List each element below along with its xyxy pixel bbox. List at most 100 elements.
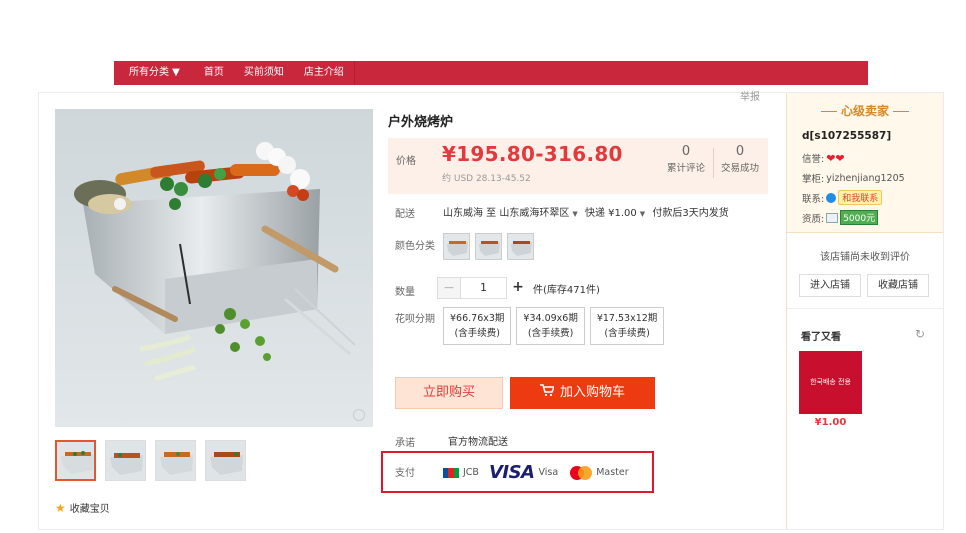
promise-label: 承诺 xyxy=(395,438,415,449)
nav-buyer-notice[interactable]: 买前须知 xyxy=(234,61,294,85)
payment-methods: JCB VISA Visa Master xyxy=(443,462,629,483)
thumbnail-3[interactable] xyxy=(155,440,196,481)
visa-logo-icon: VISA xyxy=(488,462,535,483)
price-label: 价格 xyxy=(396,156,416,167)
installment-note: (含手续费) xyxy=(454,328,500,339)
thumbnail-image xyxy=(61,451,94,474)
recommended-item-price: ¥1.00 xyxy=(814,417,847,428)
review-count-label: 累计评论 xyxy=(666,163,705,174)
installment-option-3[interactable]: ¥66.76x3期 (含手续费) xyxy=(443,307,512,345)
installment-note: (含手续费) xyxy=(527,328,574,339)
grill-illustration xyxy=(55,109,373,427)
thumbnail-strip xyxy=(55,440,246,481)
price-value: ¥195.80-316.80 xyxy=(442,142,623,166)
thumbnail-image xyxy=(210,452,243,475)
stat-divider xyxy=(713,148,714,178)
installment-note: (含手续费) xyxy=(604,328,650,339)
color-option-2[interactable] xyxy=(475,233,502,260)
zoom-icon[interactable] xyxy=(353,409,365,421)
buy-now-button[interactable]: 立即购买 xyxy=(395,377,503,409)
favorite-item-link[interactable]: ★ 收藏宝贝 xyxy=(55,500,110,516)
delivery-label: 配送 xyxy=(395,209,415,220)
heart-icon: ❤❤ xyxy=(826,151,845,165)
favorite-item-label: 收藏宝贝 xyxy=(69,504,110,515)
no-review-text: 该店铺尚未收到评价 xyxy=(820,252,910,263)
quantity-input[interactable]: 1 xyxy=(461,277,507,299)
jcb-card-icon xyxy=(443,467,459,478)
product-main-image[interactable] xyxy=(55,109,373,427)
color-option-image xyxy=(479,241,500,256)
report-link[interactable]: 举报 xyxy=(740,88,760,103)
seller-credit: 信誉: ❤❤ xyxy=(802,151,845,166)
seller-panel: 心级卖家 d[s107255587] 信誉: ❤❤ 掌柜: yizhenjian… xyxy=(786,93,943,529)
installment-amount: ¥66.76x3期 xyxy=(450,313,505,324)
deposit-badge: 5000元 xyxy=(840,210,879,225)
delivery-info: 山东威海 至 山东威海环翠区 ▼ 快递 ¥1.00 ▼ 付款后3天内发货 xyxy=(443,204,729,219)
thumbnail-1[interactable] xyxy=(55,440,96,481)
shipping-fee-select[interactable]: 快递 ¥1.00 ▼ xyxy=(585,208,649,219)
shipping-fee: 快递 ¥1.00 xyxy=(584,208,637,219)
quantity-stepper: − 1 + 件(库存471件) xyxy=(437,277,600,299)
shop-actions: 进入店铺 收藏店铺 xyxy=(799,274,929,297)
nav-owner-intro[interactable]: 店主介绍 xyxy=(294,61,355,85)
color-option-3[interactable] xyxy=(507,233,534,260)
seller-owner: 掌柜: yizhenjiang1205 xyxy=(802,171,905,186)
id-verified-icon xyxy=(826,212,839,223)
promise-value: 官方物流配送 xyxy=(448,437,508,448)
add-to-cart-label: 加入购物车 xyxy=(559,385,625,400)
recommended-item-image[interactable]: 한국배송 전용 xyxy=(799,351,862,414)
contact-label: 联系: xyxy=(802,193,825,205)
installment-amount: ¥34.09x6期 xyxy=(523,313,578,324)
jcb-label: JCB xyxy=(463,467,479,478)
thumbnail-2[interactable] xyxy=(105,440,146,481)
quantity-increase-button[interactable]: + xyxy=(507,277,529,299)
visa-label: Visa xyxy=(538,467,559,478)
seller-name[interactable]: d[s107255587] xyxy=(802,130,891,142)
delivery-destination-select[interactable]: 山东威海环翠区 ▼ xyxy=(499,208,581,219)
nav-home[interactable]: 首页 xyxy=(194,61,234,85)
payment-label: 支付 xyxy=(395,468,415,479)
category-nav-bar: 所有分类 ▼ 首页 买前须知 店主介绍 xyxy=(114,61,868,85)
color-option-1[interactable] xyxy=(443,233,470,260)
contact-seller-button[interactable]: 和我联系 xyxy=(838,190,883,205)
qualification-label: 资质: xyxy=(802,213,825,225)
see-also-title: 看了又看 xyxy=(801,332,841,343)
installment-option-12[interactable]: ¥17.53x12期 (含手续费) xyxy=(589,307,665,345)
color-option-image xyxy=(511,241,532,256)
installment-amount: ¥17.53x12期 xyxy=(596,313,658,324)
color-label: 颜色分类 xyxy=(395,241,435,252)
sales-count-stat[interactable]: 0 交易成功 xyxy=(718,144,762,174)
installment-options: ¥66.76x3期 (含手续费) ¥34.09x6期 (含手续费) ¥17.53… xyxy=(443,307,665,345)
credit-label: 信誉: xyxy=(802,154,825,165)
refresh-icon[interactable]: ↻ xyxy=(915,327,925,341)
sales-count: 0 xyxy=(735,144,745,159)
price-panel: 价格 ¥195.80-316.80 约 USD 28.13-45.52 0 累计… xyxy=(388,138,768,194)
delivery-to: 山东威海环翠区 xyxy=(499,208,570,219)
stock-info: 件(库存471件) xyxy=(533,284,600,296)
favorite-shop-button[interactable]: 收藏店铺 xyxy=(867,274,929,297)
sales-count-label: 交易成功 xyxy=(720,163,759,174)
chevron-down-icon: ▼ xyxy=(639,210,646,218)
enter-shop-button[interactable]: 进入店铺 xyxy=(799,274,861,297)
quantity-label: 数量 xyxy=(395,287,415,298)
mastercard-logo-icon xyxy=(570,465,593,480)
usd-price: 约 USD 28.13-45.52 xyxy=(442,174,531,184)
thumbnail-image xyxy=(160,452,193,475)
ship-time: 付款后3天内发货 xyxy=(652,208,729,219)
add-to-cart-button[interactable]: 加入购物车 xyxy=(510,377,655,409)
chat-icon xyxy=(826,192,837,203)
color-options xyxy=(443,233,534,260)
nav-all-categories[interactable]: 所有分类 ▼ xyxy=(114,61,194,85)
master-label: Master xyxy=(596,467,629,478)
seller-info: 心级卖家 d[s107255587] 信誉: ❤❤ 掌柜: yizhenjian… xyxy=(787,93,943,233)
review-count: 0 xyxy=(681,144,691,159)
installment-option-6[interactable]: ¥34.09x6期 (含手续费) xyxy=(516,307,585,345)
owner-label: 掌柜: xyxy=(802,174,825,185)
thumbnail-4[interactable] xyxy=(205,440,246,481)
seller-contact: 联系: 和我联系 xyxy=(802,190,883,205)
quantity-decrease-button[interactable]: − xyxy=(437,277,461,299)
owner-name: yizhenjiang1205 xyxy=(826,172,905,184)
cart-icon xyxy=(539,377,556,409)
review-count-stat[interactable]: 0 累计评论 xyxy=(664,144,708,174)
chevron-down-icon: ▼ xyxy=(572,210,578,218)
